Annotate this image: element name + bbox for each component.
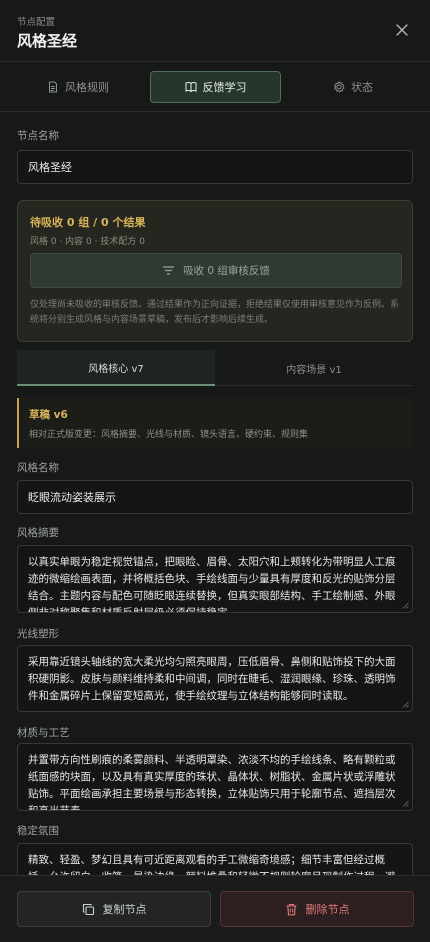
draft-meta: 相对正式版变更：风格摘要、光线与材质、镜头语言、硬约束、规则集 bbox=[29, 430, 309, 440]
pending-note: 仅处理尚未吸收的审核反馈。通过结果作为正向证据，拒绝结果仅使用审核意见作为反例。… bbox=[30, 300, 400, 325]
node-name-input[interactable]: 风格圣经 bbox=[17, 150, 413, 184]
book-icon bbox=[185, 82, 196, 93]
material-textarea[interactable]: 并置带方向性刷痕的柔雾颜料、半透明罩染、浓淡不均的手绘线条、略有颗粒或纸面感的块… bbox=[17, 743, 413, 811]
gear-icon bbox=[333, 81, 345, 93]
node-config-panel: 节点配置 风格圣经 风格规则 反馈学习 状态 节点名称 风格圣经 待吸收 0 组… bbox=[0, 0, 430, 942]
copy-node-button[interactable]: 复制节点 bbox=[17, 891, 211, 927]
pending-title: 待吸收 0 组 / 0 个结果 bbox=[30, 216, 146, 229]
absorb-feedback-button[interactable]: 吸收 0 组审核反馈 bbox=[30, 253, 402, 288]
style-summary-label: 风格摘要 bbox=[17, 527, 59, 539]
absorb-button-label: 吸收 0 组审核反馈 bbox=[183, 265, 270, 277]
delete-node-button[interactable]: 删除节点 bbox=[220, 891, 414, 927]
tab-style-rules[interactable]: 风格规则 bbox=[16, 71, 140, 103]
style-name-input[interactable]: 眨眼流动姿装展示 bbox=[17, 480, 413, 514]
draft-notice: 草稿 v6 相对正式版变更：风格摘要、光线与材质、镜头语言、硬约束、规则集 bbox=[17, 398, 413, 448]
pending-meta: 风格 0 · 内容 0 · 技术配方 0 bbox=[30, 237, 145, 247]
header-kicker: 节点配置 bbox=[17, 17, 56, 28]
tab-status[interactable]: 状态 bbox=[291, 71, 415, 103]
node-name-value: 风格圣经 bbox=[28, 161, 72, 174]
style-name-label: 风格名称 bbox=[17, 462, 59, 474]
resize-handle-icon[interactable] bbox=[402, 602, 409, 609]
trash-icon bbox=[286, 903, 296, 915]
subtab-label: 内容场景 v1 bbox=[286, 364, 342, 376]
atmosphere-label: 稳定氛围 bbox=[17, 825, 59, 837]
tab-label: 风格规则 bbox=[65, 81, 109, 94]
document-icon bbox=[49, 81, 57, 93]
node-name-label: 节点名称 bbox=[17, 130, 59, 142]
resize-handle-icon[interactable] bbox=[402, 800, 409, 807]
version-tab-bar: 风格核心 v7 内容场景 v1 bbox=[17, 350, 413, 386]
draft-title: 草稿 v6 bbox=[29, 409, 68, 421]
pending-feedback-box: 待吸收 0 组 / 0 个结果 风格 0 · 内容 0 · 技术配方 0 吸收 … bbox=[17, 200, 413, 342]
lighting-label: 光线塑形 bbox=[17, 628, 59, 640]
style-summary-textarea[interactable]: 以真实单眼为稳定视觉锚点，把眼睑、眉骨、太阳穴和上颊转化为带明显人工痕迹的微缩绘… bbox=[17, 545, 413, 613]
tab-feedback-learning[interactable]: 反馈学习 bbox=[150, 71, 281, 103]
copy-button-label: 复制节点 bbox=[102, 903, 147, 916]
resize-handle-icon[interactable] bbox=[402, 701, 409, 708]
tab-content-scene[interactable]: 内容场景 v1 bbox=[215, 350, 413, 386]
lighting-value: 采用靠近镜头轴线的宽大柔光均匀照亮眼周，压低眉骨、鼻侧和贴饰投下的大面积硬阴影。… bbox=[28, 656, 396, 702]
page-title: 风格圣经 bbox=[17, 32, 78, 50]
material-value: 并置带方向性刷痕的柔雾颜料、半透明罩染、浓淡不均的手绘线条、略有颗粒或纸面感的块… bbox=[28, 754, 396, 811]
tab-bar: 风格规则 反馈学习 状态 bbox=[0, 62, 430, 112]
copy-icon bbox=[82, 903, 94, 915]
tab-label: 反馈学习 bbox=[202, 81, 247, 94]
subtab-label: 风格核心 v7 bbox=[88, 363, 144, 375]
close-icon[interactable] bbox=[394, 22, 410, 38]
action-footer: 复制节点 删除节点 bbox=[0, 875, 430, 942]
style-summary-value: 以真实单眼为稳定视觉锚点，把眼睑、眉骨、太阳穴和上颊转化为带明显人工痕迹的微缩绘… bbox=[28, 556, 396, 613]
filter-icon bbox=[162, 266, 175, 275]
tab-style-core[interactable]: 风格核心 v7 bbox=[17, 350, 215, 386]
style-name-value: 眨眼流动姿装展示 bbox=[28, 491, 116, 504]
tab-label: 状态 bbox=[351, 81, 373, 94]
delete-button-label: 删除节点 bbox=[305, 903, 350, 916]
lighting-textarea[interactable]: 采用靠近镜头轴线的宽大柔光均匀照亮眼周，压低眉骨、鼻侧和贴饰投下的大面积硬阴影。… bbox=[17, 645, 413, 712]
material-label: 材质与工艺 bbox=[17, 727, 70, 739]
panel-header: 节点配置 风格圣经 bbox=[0, 0, 430, 62]
